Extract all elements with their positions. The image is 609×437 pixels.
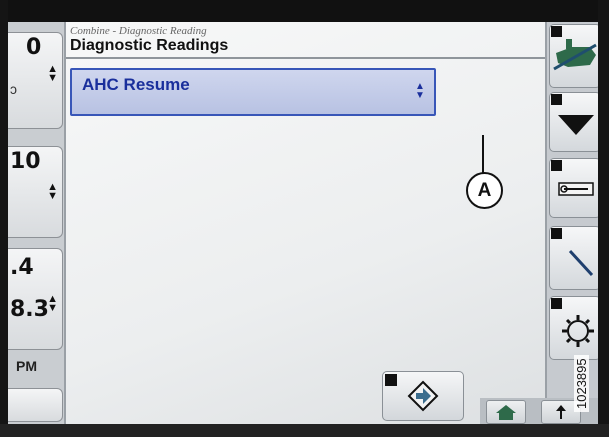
enter-diamond-icon xyxy=(407,380,439,412)
readout-3-stepper-icon[interactable]: ▲ ▼ xyxy=(47,294,58,314)
readout-3-value-bottom: 8.3 xyxy=(10,297,49,322)
time-suffix: PM xyxy=(16,358,37,374)
pencil-icon xyxy=(568,249,594,277)
diagnostic-reading-dropdown[interactable]: AHC Resume ▲ ▼ xyxy=(70,68,436,116)
diagnostic-panel: Combine - Diagnostic Reading Diagnostic … xyxy=(64,22,547,424)
readout-2-value: 10 xyxy=(10,149,41,174)
readout-1-stepper-icon[interactable]: ▲ ▼ xyxy=(47,64,58,84)
dropdown-arrows-icon[interactable]: ▲ ▼ xyxy=(415,82,425,101)
screen-bezel-right xyxy=(598,0,609,437)
arrow-down-icon xyxy=(558,115,594,135)
breadcrumb: Combine - Diagnostic Reading xyxy=(70,25,207,37)
edit-pencil-button[interactable] xyxy=(549,226,601,290)
readout-1-gauge-icon: ↄ xyxy=(10,81,17,97)
right-button-column xyxy=(545,22,601,424)
home-button[interactable] xyxy=(486,400,526,424)
left-bottom-button[interactable] xyxy=(8,388,63,422)
home-icon xyxy=(496,405,516,420)
settings-wrench-button[interactable] xyxy=(549,158,601,218)
combine-header-icon xyxy=(553,39,597,71)
left-readout-column: 0 ▲ ▼ ↄ 10 ▲ ▼ .4 8.3 ▲ ▼ PM xyxy=(8,22,66,424)
enter-button[interactable] xyxy=(382,371,464,421)
readout-box-3[interactable]: .4 8.3 ▲ ▼ xyxy=(8,248,63,350)
screen-bezel-left xyxy=(0,0,8,437)
gear-icon xyxy=(562,315,594,347)
readout-box-1[interactable]: 0 ▲ ▼ ↄ xyxy=(8,32,63,129)
figure-number: 1023895 xyxy=(574,355,589,412)
wrench-icon xyxy=(558,182,594,196)
dropdown-selected-value: AHC Resume xyxy=(82,75,190,94)
readout-box-2[interactable]: 10 ▲ ▼ xyxy=(8,146,63,238)
screen-bezel-bottom xyxy=(0,424,609,437)
scroll-down-button[interactable] xyxy=(549,92,601,152)
header-view-button[interactable] xyxy=(549,24,601,88)
page-title: Diagnostic Readings xyxy=(70,37,229,54)
callout-leader-line xyxy=(482,135,484,175)
readout-1-value: 0 xyxy=(26,35,42,60)
readout-2-stepper-icon[interactable]: ▲ ▼ xyxy=(47,182,58,202)
title-divider xyxy=(66,57,547,59)
settings-gear-button[interactable] xyxy=(549,296,601,360)
callout-a: A xyxy=(466,172,503,209)
screen-bezel-top xyxy=(0,0,609,22)
readout-3-value-top: .4 xyxy=(10,255,34,280)
